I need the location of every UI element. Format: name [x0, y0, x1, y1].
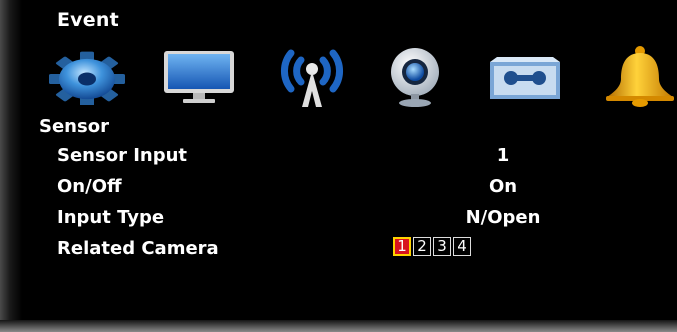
bell-icon[interactable]: [603, 45, 677, 107]
camera-2-checkbox[interactable]: 2: [413, 237, 431, 256]
section-title: Sensor: [39, 116, 109, 137]
bottom-bezel: [0, 320, 677, 332]
related-camera-label: Related Camera: [57, 238, 219, 259]
camera-3-checkbox[interactable]: 3: [433, 237, 451, 256]
on-off-label: On/Off: [57, 176, 122, 197]
on-off-value[interactable]: On: [430, 176, 576, 197]
gear-icon[interactable]: [48, 49, 126, 105]
input-type-value[interactable]: N/Open: [430, 207, 576, 228]
input-type-label: Input Type: [57, 207, 165, 228]
on-off-row[interactable]: On/Off On: [0, 176, 677, 202]
sensor-input-value[interactable]: 1: [430, 145, 576, 166]
sensor-input-label: Sensor Input: [57, 145, 188, 166]
input-type-row[interactable]: Input Type N/Open: [0, 207, 677, 233]
sensor-input-row[interactable]: Sensor Input 1: [0, 145, 677, 171]
wireless-icon[interactable]: [271, 41, 353, 109]
dvr-menu-screen: Event Sensor Sensor Input 1 On/Off On In…: [0, 0, 677, 332]
camera-4-checkbox[interactable]: 4: [453, 237, 471, 256]
related-camera-selector: 1 2 3 4: [393, 237, 471, 256]
cassette-icon[interactable]: [487, 56, 563, 102]
category-icon-bar: [0, 0, 677, 120]
webcam-icon[interactable]: [385, 46, 445, 108]
camera-1-checkbox[interactable]: 1: [393, 237, 411, 256]
related-camera-row: Related Camera: [0, 238, 677, 264]
monitor-icon[interactable]: [163, 49, 235, 105]
